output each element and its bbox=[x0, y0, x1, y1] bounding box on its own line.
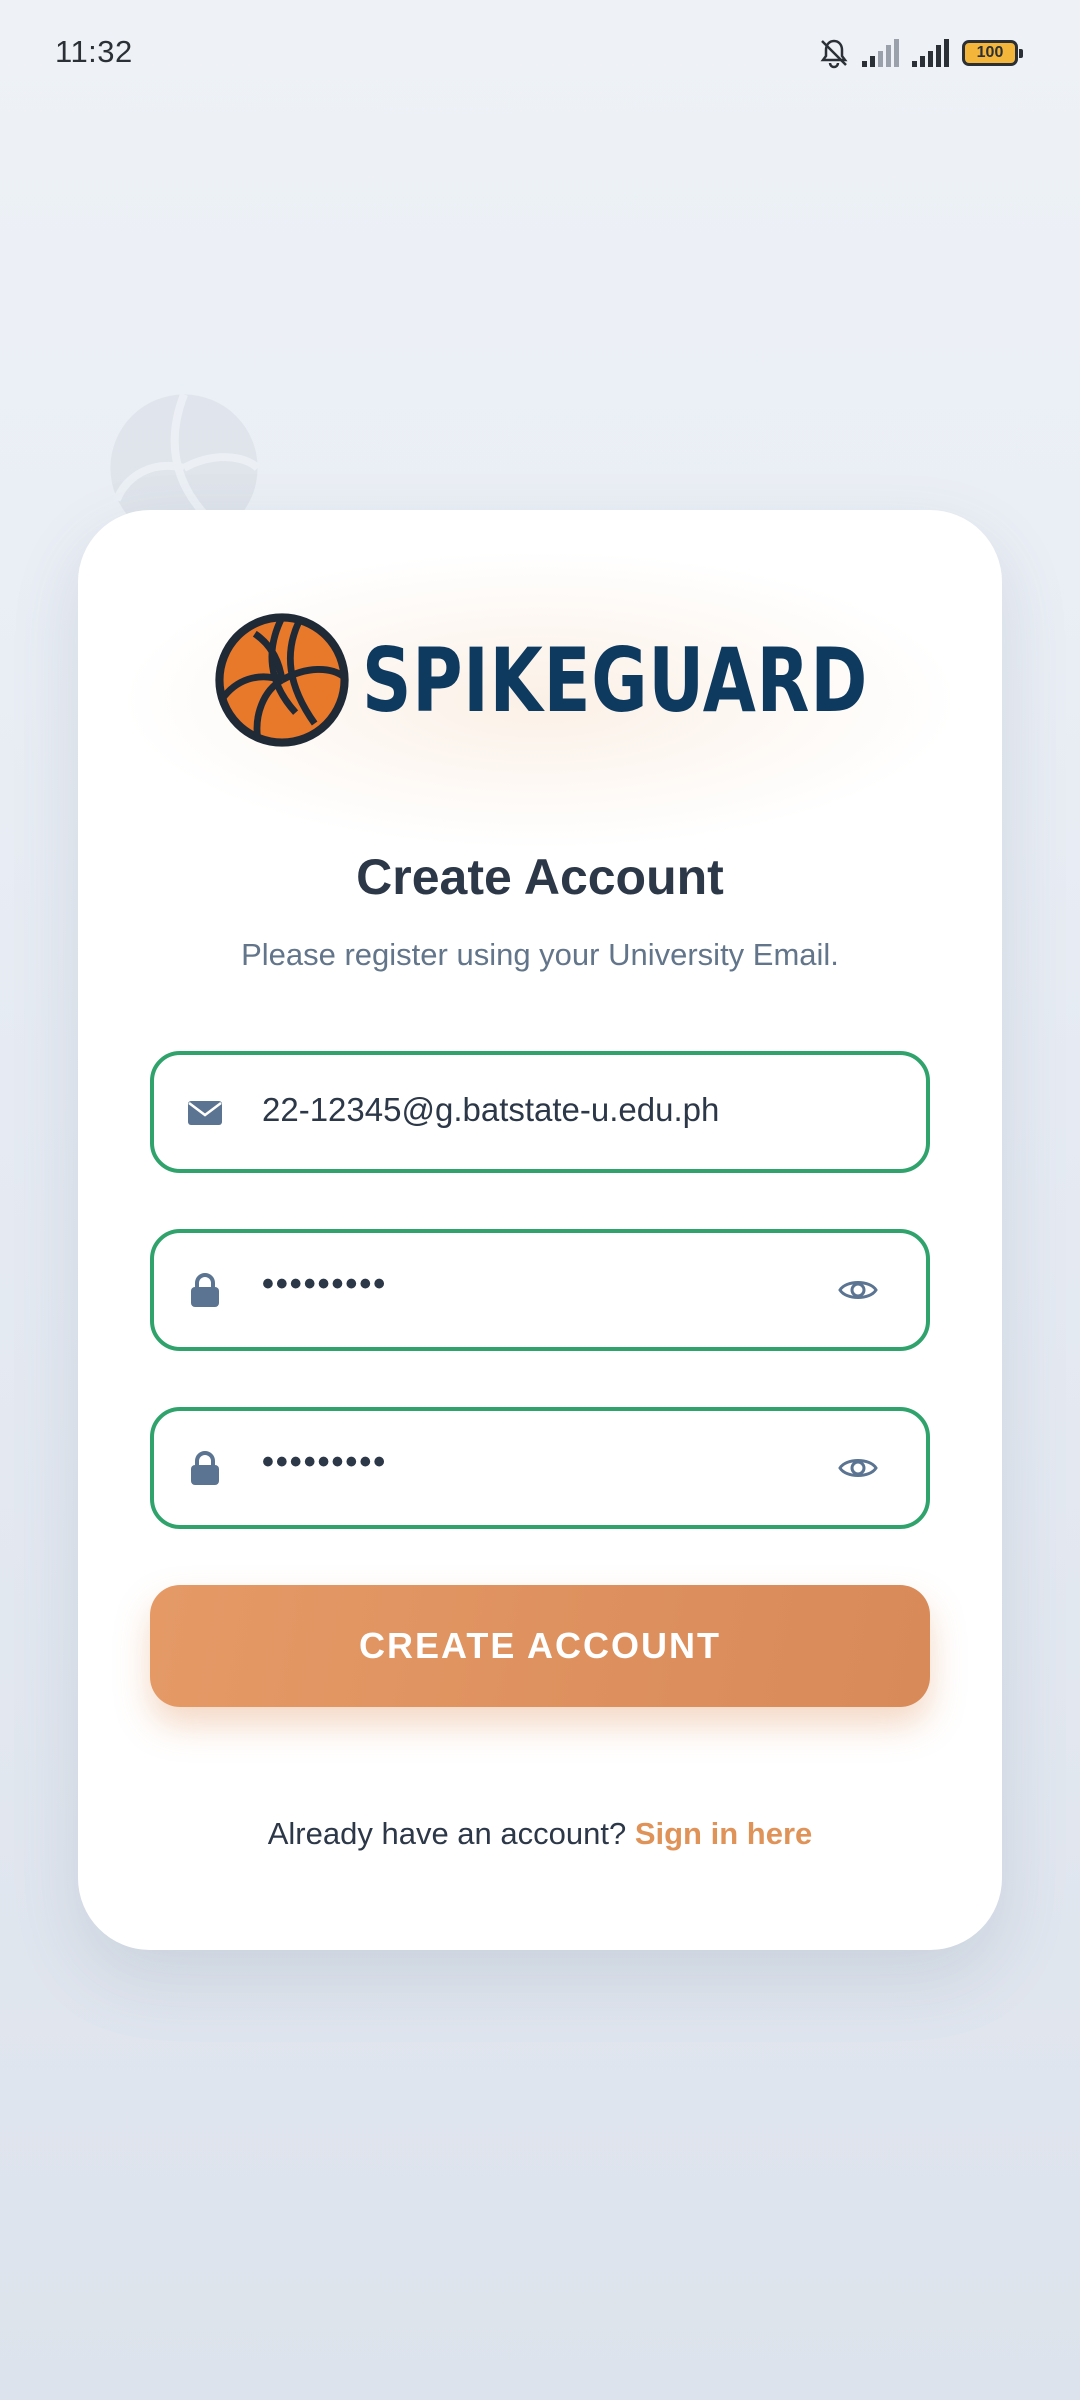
status-icons: 100 bbox=[818, 36, 1023, 70]
bell-muted-icon bbox=[820, 39, 848, 69]
create-account-label: CREATE ACCOUNT bbox=[359, 1625, 721, 1666]
envelope-icon bbox=[188, 1101, 222, 1125]
page-title: Create Account bbox=[356, 849, 724, 905]
status-time: 11:32 bbox=[55, 34, 133, 69]
email-value[interactable]: 22-12345@g.batstate-u.edu.ph bbox=[262, 1091, 719, 1129]
eye-icon[interactable] bbox=[838, 1275, 878, 1305]
signal-icon bbox=[912, 39, 949, 67]
password-field[interactable]: ••••••••• bbox=[150, 1229, 930, 1351]
confirm-password-value[interactable]: ••••••••• bbox=[262, 1443, 387, 1482]
signin-prompt: Already have an account? bbox=[267, 1816, 627, 1851]
password-value[interactable]: ••••••••• bbox=[262, 1265, 387, 1304]
lock-icon bbox=[191, 1273, 219, 1307]
signin-row: Already have an account? Sign in here bbox=[78, 1816, 1002, 1852]
lock-icon bbox=[191, 1451, 219, 1485]
page-subtitle: Please register using your University Em… bbox=[241, 937, 839, 972]
signin-link[interactable]: Sign in here bbox=[635, 1816, 812, 1851]
battery-level: 100 bbox=[976, 44, 1004, 61]
volleyball-icon bbox=[215, 613, 349, 747]
confirm-password-field[interactable]: ••••••••• bbox=[150, 1407, 930, 1529]
app-logo: SPIKEGUARD bbox=[214, 604, 874, 756]
status-bar: 11:32 100 bbox=[0, 0, 1080, 108]
logo-wordmark: SPIKEGUARD bbox=[362, 628, 869, 732]
register-card: SPIKEGUARD Create Account Please registe… bbox=[78, 510, 1002, 1950]
email-field[interactable]: 22-12345@g.batstate-u.edu.ph bbox=[150, 1051, 930, 1173]
signal-icon bbox=[862, 39, 899, 67]
eye-icon[interactable] bbox=[838, 1453, 878, 1483]
battery-icon: 100 bbox=[962, 40, 1023, 66]
create-account-button[interactable]: CREATE ACCOUNT bbox=[150, 1585, 930, 1707]
